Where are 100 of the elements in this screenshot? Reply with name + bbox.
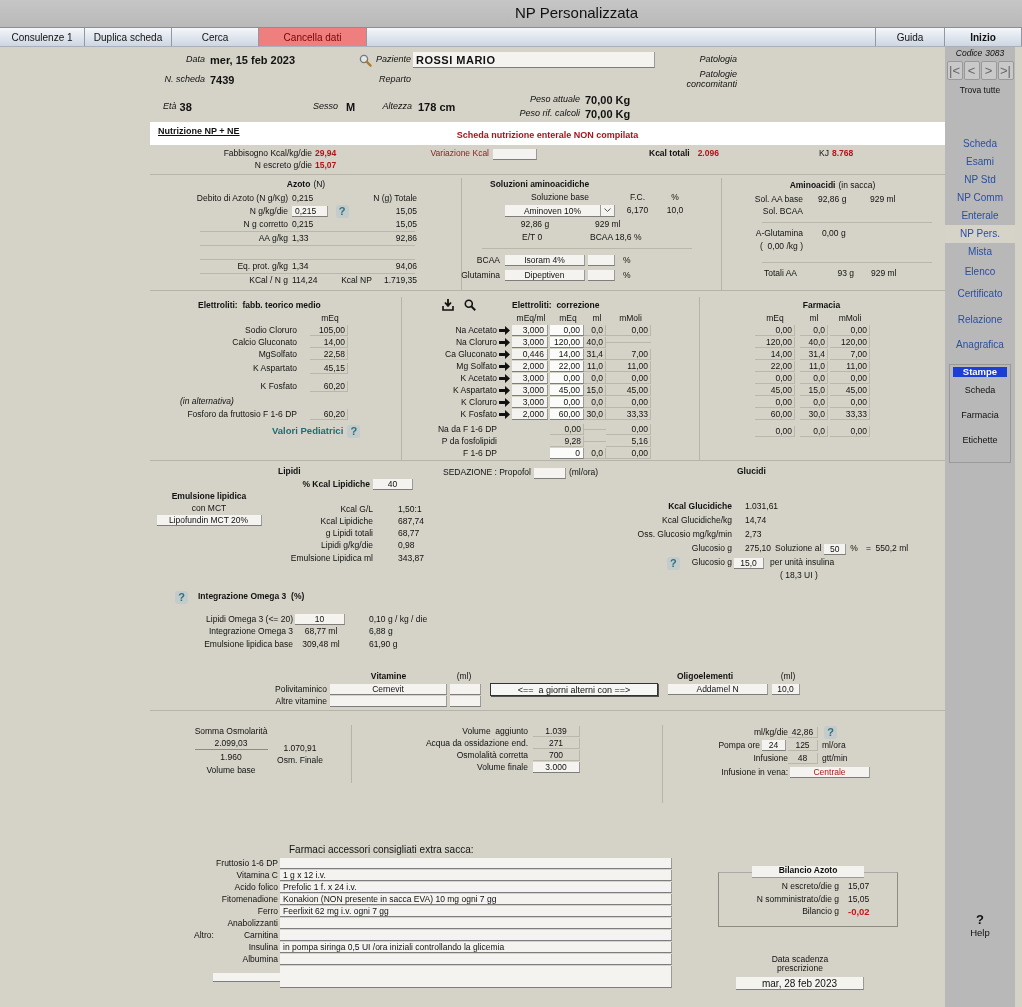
vitamin-field[interactable]: Cernevit: [330, 684, 447, 696]
value-field[interactable]: 0,00: [550, 372, 584, 384]
patient-field[interactable]: ROSSI MARIO: [413, 52, 655, 68]
value-field[interactable]: 3,000: [512, 324, 548, 336]
value-field[interactable]: 3.000: [533, 761, 580, 773]
expiry-date-field[interactable]: mar, 28 feb 2023: [736, 977, 864, 991]
toolbar-button[interactable]: Duplica scheda: [85, 28, 172, 46]
help-button[interactable]: ?: [347, 424, 361, 438]
value-field[interactable]: 14,00: [550, 348, 584, 360]
sidebar-item[interactable]: Relazione: [945, 305, 1015, 333]
ml-field[interactable]: 10,0: [772, 684, 800, 696]
pathology-label: Patologia: [699, 55, 737, 65]
field-label: Infusione in vena:: [721, 767, 788, 777]
table-cell: 45,00: [755, 384, 795, 396]
nav-button[interactable]: >: [980, 61, 997, 81]
sidebar-item[interactable]: Enterale: [945, 206, 1015, 225]
value: 6,170: [626, 206, 649, 216]
unit-label: (ml): [780, 672, 796, 682]
weight-value: 70,00 Kg: [585, 107, 631, 121]
additive-field[interactable]: Isoram 4%: [505, 255, 585, 266]
unit-label: %: [623, 255, 631, 266]
additive-field[interactable]: Dipeptiven: [505, 270, 585, 281]
nav-button[interactable]: <: [963, 61, 980, 81]
panel-title: Bilancio Azoto: [752, 865, 864, 878]
sex-label: Sesso: [313, 102, 338, 112]
value-field[interactable]: 22,00: [550, 360, 584, 372]
date-label: Data: [186, 55, 205, 65]
sidebar-item[interactable]: Esami: [945, 152, 1015, 171]
value-field[interactable]: 60,00: [550, 408, 584, 420]
table-cell: 120,00: [755, 336, 795, 348]
menu-item[interactable]: Etichette: [962, 427, 998, 453]
value-field[interactable]: 0,00: [550, 324, 584, 336]
sidebar-item[interactable]: NP Std: [945, 170, 1015, 189]
sidebar-item[interactable]: NP Comm: [945, 188, 1015, 207]
value-field[interactable]: 45,00: [550, 384, 584, 396]
unit-label: %: [623, 270, 631, 281]
table-cell: 7,00: [830, 348, 870, 360]
value-field[interactable]: 3,000: [512, 372, 548, 384]
drug-field[interactable]: 1 g x 12 i.v.: [280, 870, 672, 882]
solution-dropdown[interactable]: Aminoven 10%: [505, 205, 615, 217]
value-field[interactable]: 10: [295, 613, 345, 625]
field-label: Infusione: [753, 754, 788, 764]
value-field[interactable]: 0,446: [512, 348, 548, 360]
help-button[interactable]: ?: [335, 205, 349, 218]
value-field[interactable]: 3,000: [512, 384, 548, 396]
table-cell: 0,0: [800, 372, 828, 384]
drug-field[interactable]: Prefolic 1 f. x 24 i.v.: [280, 882, 672, 894]
weight-value: 70,00 Kg: [585, 93, 631, 107]
pediatric-values-link[interactable]: Valori Pediatrici: [272, 426, 344, 437]
value-field[interactable]: 24: [762, 740, 786, 752]
table-cell: 31,4: [584, 348, 606, 360]
nav-button[interactable]: |<: [946, 61, 963, 81]
help-button[interactable]: ?: [824, 725, 837, 739]
sidebar-item[interactable]: Elenco: [945, 260, 1015, 282]
drug-field[interactable]: Konakion (NON presente in sacca EVA) 10 mg ogni 7 gg: [280, 894, 672, 906]
toolbar-button[interactable]: Inizio: [945, 28, 1022, 46]
value-field[interactable]: 2,000: [512, 360, 548, 372]
emulsion-field[interactable]: Lipofundin MCT 20%: [156, 515, 262, 527]
help-button[interactable]: ?: [666, 556, 680, 570]
trace-element-field[interactable]: Addamel N: [668, 684, 768, 696]
drug-field[interactable]: Feerlixit 62 mg i.v. ogni 7 gg: [280, 906, 672, 918]
value-field[interactable]: 0,215: [292, 206, 328, 217]
sidebar-item[interactable]: Scheda: [945, 134, 1015, 153]
value-field[interactable]: 50: [824, 543, 847, 555]
sidebar-item[interactable]: Mista: [945, 242, 1015, 261]
nav-button[interactable]: >|: [997, 61, 1014, 81]
table-cell: 125: [788, 740, 818, 752]
field-label: Emulsione Lipidica ml: [290, 553, 373, 564]
value-field[interactable]: 120,00: [550, 336, 584, 348]
value: 10,0: [666, 206, 684, 216]
value-field[interactable]: 0,00: [550, 396, 584, 408]
help-button[interactable]: ? Help: [970, 912, 990, 938]
alternate-days-button[interactable]: <== a giorni alterni con ==>: [490, 683, 658, 697]
drug-field[interactable]: in pompa siringa 0,5 UI /ora iniziali controllando la glicemia: [280, 942, 672, 954]
field-label: Sol. BCAA: [762, 207, 803, 217]
menu-item[interactable]: Farmacia: [961, 402, 999, 428]
value-field[interactable]: 2,000: [512, 408, 548, 420]
weight-label: Peso rif. calcoli: [519, 109, 580, 119]
toolbar-button[interactable]: Consulenze 1: [0, 28, 85, 46]
sidebar-item[interactable]: Certificato: [945, 281, 1015, 306]
field-label: Altre vitamine: [275, 696, 327, 707]
toolbar-button[interactable]: Guida: [876, 28, 945, 46]
value: 1.031,61: [745, 502, 779, 512]
value-field[interactable]: 0: [550, 447, 584, 459]
find-all-button[interactable]: Trova tutte: [959, 86, 1001, 96]
field-label: Volume aggiunto: [462, 726, 528, 736]
patient-label: Paziente: [375, 55, 411, 65]
value-field[interactable]: 3,000: [512, 336, 548, 348]
value-field[interactable]: 40: [373, 479, 413, 491]
field-label: Kcal G/L: [340, 504, 373, 514]
sidebar-item[interactable]: NP Pers.: [945, 224, 1015, 243]
sidebar-item[interactable]: Anagrafica: [945, 332, 1015, 356]
section-title: Elettroliti: fabb. teorico medio: [198, 300, 321, 311]
value-field[interactable]: 15,0: [734, 557, 764, 569]
menu-item[interactable]: Scheda: [964, 377, 996, 403]
route-field[interactable]: Centrale: [790, 766, 870, 778]
value: 60,20: [310, 408, 348, 420]
help-button[interactable]: ?: [175, 590, 188, 604]
toolbar-button[interactable]: Cancella dati: [259, 28, 367, 46]
value-field[interactable]: 3,000: [512, 396, 548, 408]
